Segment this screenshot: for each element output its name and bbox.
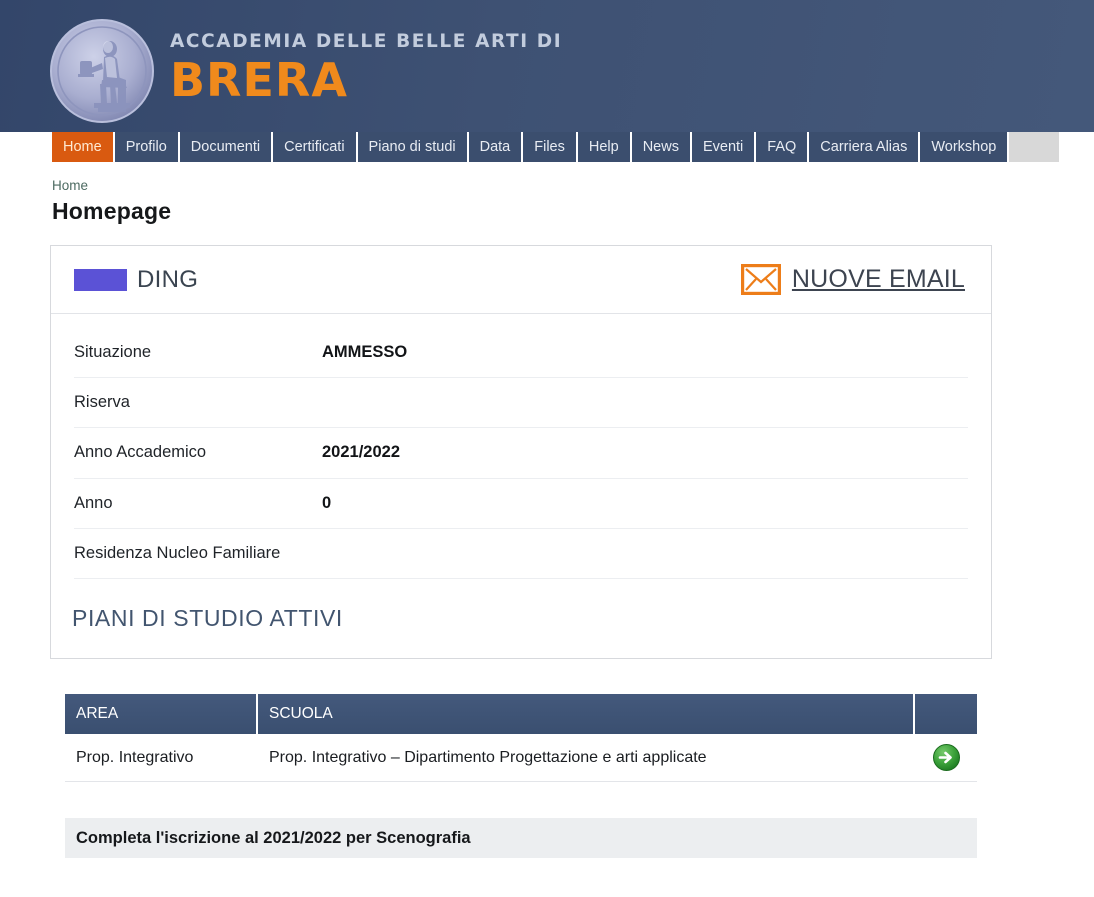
cell-area: Prop. Integrativo [76,748,194,766]
nav-label: Piano di studi [368,139,456,155]
column-header-action [915,694,977,734]
student-summary-card: DING NUOVE EMAIL Situazione AMMESSO Rise… [50,245,992,660]
user-identity: DING [74,266,198,294]
nav-item-news[interactable]: News [631,132,690,162]
nav-item-eventi[interactable]: Eventi [691,132,755,162]
nav-label: Certificati [284,139,345,155]
info-value: 0 [322,493,332,512]
nav-label: News [642,139,679,155]
brand-line-brera: BRERA [170,53,348,107]
nav-item-data[interactable]: Data [468,132,522,162]
info-row-riserva: Riserva [74,378,968,429]
envelope-icon [740,263,782,296]
nav-label: Workshop [931,139,997,155]
nav-item-piano-di-studi[interactable]: Piano di studi [357,132,467,162]
nav-item-files[interactable]: Files [523,132,576,162]
nav-label: Carriera Alias [820,139,908,155]
nuove-email-label: NUOVE EMAIL [791,265,965,293]
nav-label: Files [534,139,565,155]
column-header-area: AREA [65,694,258,734]
info-value: 2021/2022 [322,443,400,462]
academy-seal-icon [48,17,156,125]
table-row[interactable]: Prop. Integrativo Prop. Integrativo – Di… [65,734,977,782]
section-heading-piani-di-studio: PIANI DI STUDIO ATTIVI [72,605,343,632]
nav-label: Data [479,139,511,155]
info-label: Riserva [74,393,130,412]
green-arrow-right-icon[interactable] [932,744,960,771]
breadcrumb[interactable]: Home [52,178,1094,193]
main-navigation: Home Profilo Documenti Certificati Piano… [0,132,1094,168]
cell-scuola: Prop. Integrativo – Dipartimento Progett… [269,748,707,766]
card-header: DING NUOVE EMAIL [51,246,991,314]
nav-item-certificati[interactable]: Certificati [273,132,356,162]
cell-action [915,744,977,771]
nuove-email-link[interactable]: NUOVE EMAIL [740,263,965,296]
nav-item-help[interactable]: Help [577,132,630,162]
column-header-scuola: SCUOLA [258,694,915,734]
info-row-anno-accademico: Anno Accademico 2021/2022 [74,428,968,479]
redacted-name-block [74,268,127,291]
info-row-residenza-nucleo-familiare: Residenza Nucleo Familiare [74,529,968,580]
site-header: ACCADEMIA DELLE BELLE ARTI DI BRERA [0,0,1094,132]
nav-item-carriera-alias[interactable]: Carriera Alias [809,132,919,162]
nav-item-home[interactable]: Home [52,132,113,162]
brand-block: ACCADEMIA DELLE BELLE ARTI DI BRERA [170,31,562,106]
nav-label: Home [63,139,102,155]
info-list: Situazione AMMESSO Riserva Anno Accademi… [51,314,991,580]
info-row-anno: Anno 0 [74,479,968,529]
info-label: Anno [74,493,113,512]
nav-item-workshop[interactable]: Workshop [920,132,1008,162]
nav-label: Profilo [125,139,167,155]
iscrizione-notice-text: Completa l'iscrizione al 2021/2022 per S… [76,828,471,847]
nav-label: FAQ [767,139,797,155]
info-row-situazione: Situazione AMMESSO [74,328,968,379]
info-label: Situazione [74,343,152,361]
nav-item-profilo[interactable]: Profilo [114,132,178,162]
nav-label: Help [588,139,619,155]
user-name: DING [137,265,199,293]
piani-di-studio-table: AREA SCUOLA Prop. Integrativo Prop. Inte… [65,694,977,782]
table-header-row: AREA SCUOLA [65,694,977,734]
page-title: Homepage [52,198,172,224]
brand-line-academy: ACCADEMIA DELLE BELLE ARTI DI [170,31,563,52]
nav-label: Documenti [190,139,261,155]
nav-item-faq[interactable]: FAQ [756,132,808,162]
info-label: Anno Accademico [74,443,207,462]
nav-item-documenti[interactable]: Documenti [179,132,272,162]
info-value: AMMESSO [322,343,408,361]
nav-label: Eventi [702,139,744,155]
iscrizione-notice[interactable]: Completa l'iscrizione al 2021/2022 per S… [65,818,977,858]
nav-item-empty [1009,132,1060,162]
info-label: Residenza Nucleo Familiare [74,543,281,562]
